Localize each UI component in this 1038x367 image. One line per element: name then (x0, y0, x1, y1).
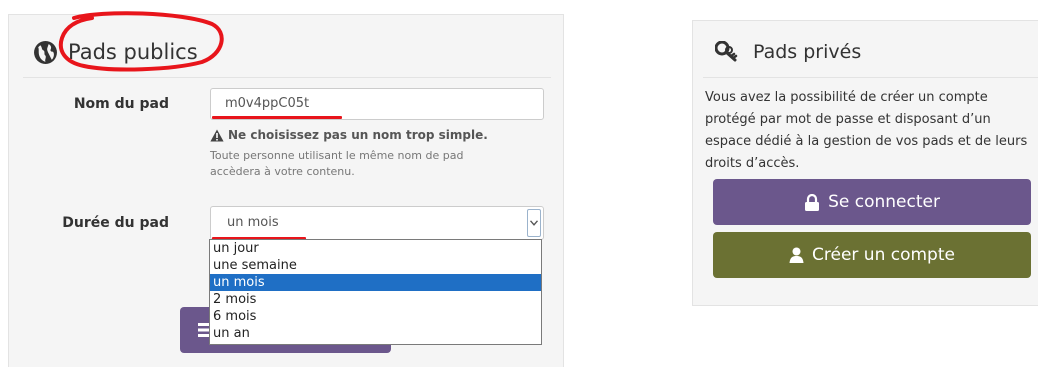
warning-text: Ne choisissez pas un nom trop simple. (228, 128, 488, 142)
login-button[interactable]: Se connecter (713, 179, 1031, 225)
chevron-down-icon (530, 220, 538, 226)
private-pads-header: Pads privés (715, 37, 861, 67)
warning-icon (210, 129, 224, 141)
option-un-an[interactable]: un an (210, 325, 541, 342)
pad-name-underline-annotation (212, 116, 342, 119)
user-icon (789, 247, 804, 263)
pad-duration-select[interactable]: un mois (210, 206, 544, 240)
signup-button[interactable]: Créer un compte (713, 232, 1031, 278)
option-une-semaine[interactable]: une semaine (210, 257, 541, 274)
pad-name-value: m0v4ppC05t (225, 96, 310, 111)
option-2-mois[interactable]: 2 mois (210, 291, 541, 308)
pad-name-help: Toute personne utilisant le même nom de … (210, 148, 530, 180)
option-un-mois[interactable]: un mois (210, 274, 541, 291)
help-line-2: accèdera à votre contenu. (210, 165, 355, 178)
option-un-jour[interactable]: un jour (210, 240, 541, 257)
lock-icon (805, 193, 820, 211)
signup-label: Créer un compte (812, 245, 955, 265)
public-header-divider (23, 77, 551, 78)
title-circle-annotation (58, 11, 224, 72)
pad-name-label: Nom du pad (73, 96, 169, 112)
private-pads-title: Pads privés (753, 41, 862, 63)
option-6-mois[interactable]: 6 mois (210, 308, 541, 325)
pad-name-warning: Ne choisissez pas un nom trop simple. (210, 128, 488, 142)
login-label: Se connecter (828, 192, 940, 212)
pad-duration-label: Durée du pad (62, 215, 169, 231)
private-header-divider (703, 77, 1038, 78)
private-pads-panel: Pads privés Vous avez la possibilité de … (692, 20, 1038, 306)
dropdown-toggle[interactable] (527, 209, 541, 237)
keys-icon (715, 41, 738, 62)
pad-duration-selected: un mois (227, 215, 279, 230)
private-pads-description: Vous avez la possibilité de créer un com… (705, 90, 1028, 171)
help-line-1: Toute personne utilisant le même nom de … (210, 149, 464, 162)
duration-dropdown-list: un jour une semaine un mois 2 mois 6 moi… (209, 239, 542, 345)
